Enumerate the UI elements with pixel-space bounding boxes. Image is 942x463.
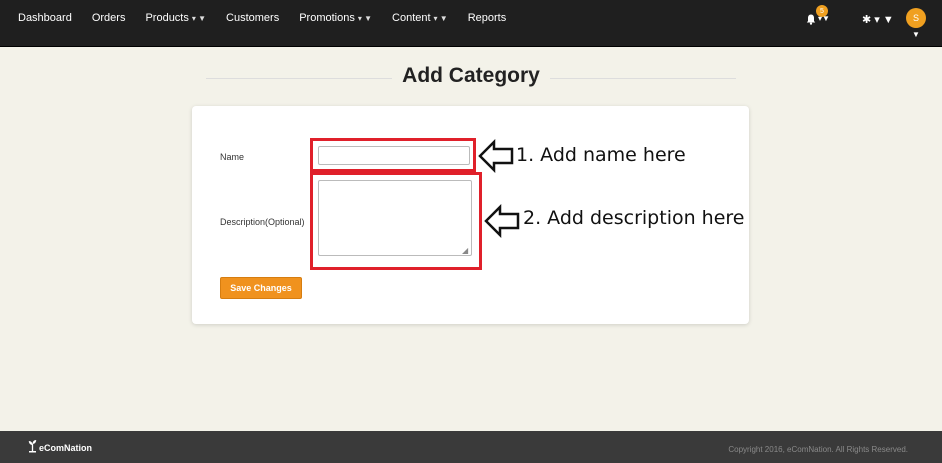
- nav-content[interactable]: Content ▾ ▼: [392, 12, 448, 24]
- nav-content-label: Content: [392, 12, 431, 24]
- annotation-step-2: 2. Add description here: [523, 207, 745, 229]
- avatar[interactable]: S: [906, 8, 926, 28]
- nav-promotions-label: Promotions: [299, 12, 355, 24]
- sprout-icon: [28, 440, 37, 453]
- nav-customers-label: Customers: [226, 12, 280, 24]
- chevron-down-icon: ▾ ▼: [191, 14, 207, 23]
- nav-orders-label: Orders: [91, 12, 126, 24]
- nav-orders[interactable]: Orders: [92, 12, 126, 24]
- annotation-step-1: 1. Add name here: [516, 144, 686, 166]
- description-textarea[interactable]: [318, 180, 472, 256]
- nav-reports[interactable]: Reports: [468, 12, 507, 24]
- brand-name: eComNation: [39, 443, 93, 453]
- avatar-initial: S: [912, 13, 919, 23]
- top-navbar: Dashboard Orders Products ▾ ▼ Customers P…: [0, 0, 942, 47]
- gear-icon: ✱: [862, 14, 872, 26]
- chevron-down-icon: ▾▼: [818, 14, 830, 23]
- nav-products-label: Products: [145, 12, 189, 24]
- page-heading: Add Category: [206, 62, 736, 96]
- left-arrow-icon: [484, 204, 520, 238]
- nav-dashboard[interactable]: Dashboard: [18, 12, 72, 24]
- nav-reports-label: Reports: [467, 12, 507, 24]
- main-nav: Dashboard Orders Products ▾ ▼ Customers P…: [18, 12, 526, 24]
- chevron-down-icon: ▾ ▼: [433, 14, 448, 23]
- nav-promotions[interactable]: Promotions ▾ ▼: [299, 12, 372, 24]
- nav-products[interactable]: Products ▾ ▼: [145, 12, 206, 24]
- heading-divider-right: [550, 78, 736, 79]
- settings-menu[interactable]: ✱ ▾ ▼: [862, 13, 894, 26]
- description-label: Description(Optional): [220, 217, 305, 227]
- resize-handle-icon[interactable]: ◢: [462, 246, 468, 255]
- page-title: Add Category: [402, 64, 540, 87]
- chevron-down-icon: ▾ ▼: [357, 14, 373, 23]
- footer: eComNation Copyright 2016, eComNation. A…: [0, 431, 942, 463]
- save-changes-button[interactable]: Save Changes: [220, 277, 302, 299]
- nav-customers[interactable]: Customers: [226, 12, 279, 24]
- brand-logo[interactable]: eComNation: [28, 439, 92, 453]
- chevron-down-icon: ▾ ▼: [871, 14, 894, 26]
- nav-dashboard-label: Dashboard: [18, 12, 72, 24]
- name-label: Name: [220, 152, 245, 162]
- chevron-down-icon[interactable]: ▼: [912, 30, 920, 39]
- left-arrow-icon: [478, 139, 514, 173]
- bell-icon[interactable]: [806, 14, 816, 28]
- name-input[interactable]: [318, 146, 470, 165]
- copyright-text: Copyright 2016, eComNation. All Rights R…: [728, 445, 908, 454]
